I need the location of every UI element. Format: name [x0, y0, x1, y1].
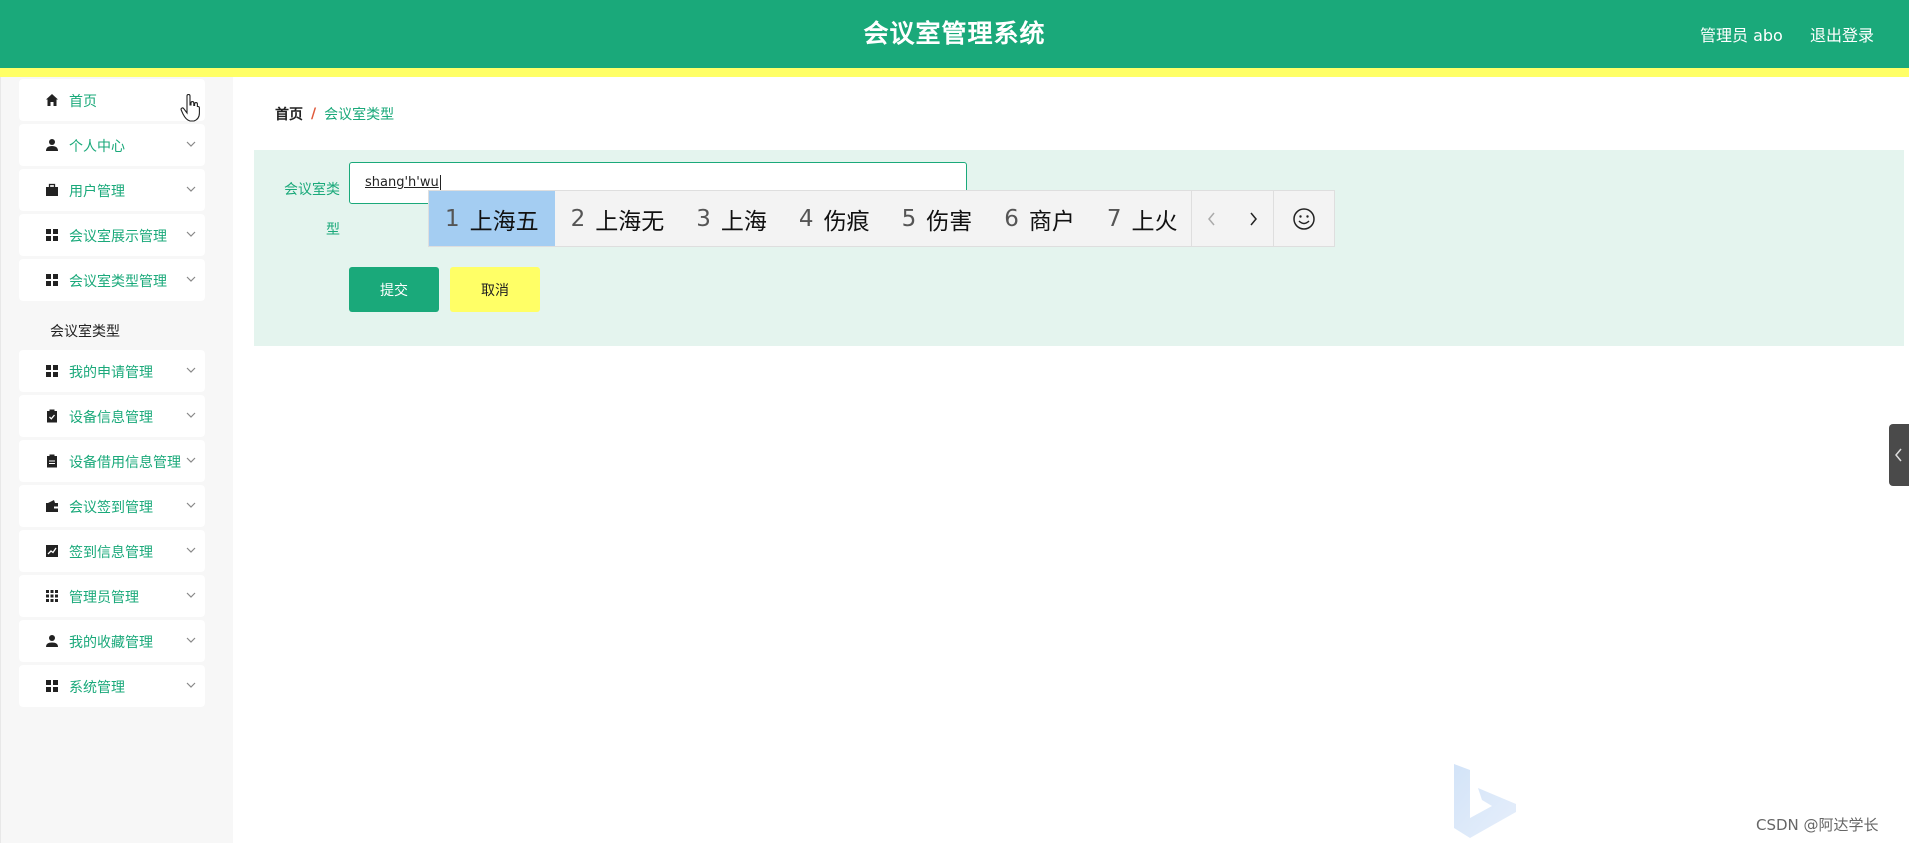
grid-icon [45, 273, 59, 287]
room-type-field-label: 会议室类 型 [275, 170, 340, 250]
submit-button[interactable]: 提交 [349, 267, 439, 312]
breadcrumb-separator: / [311, 106, 317, 122]
csdn-watermark: CSDN @阿达学长 [1756, 816, 1879, 834]
ime-candidate[interactable]: 5 伤害 [886, 191, 989, 246]
briefcase-icon [45, 183, 59, 197]
grid-icon [45, 228, 59, 242]
sidebar-item-equipment-borrow[interactable]: 设备借用信息管理 [19, 440, 205, 482]
ime-candidate[interactable]: 3 上海 [680, 191, 783, 246]
field-label-line1: 会议室类 [284, 182, 340, 198]
cancel-button[interactable]: 取消 [450, 267, 540, 312]
bing-watermark-logo [1454, 764, 1516, 838]
logout-link[interactable]: 退出登录 [1810, 22, 1874, 46]
sidebar-item-label: 设备信息管理 [69, 410, 153, 426]
ime-candidate[interactable]: 6 商户 [988, 191, 1091, 246]
sidebar-item-label: 我的收藏管理 [69, 635, 153, 651]
sidebar-item-my-applications[interactable]: 我的申请管理 [19, 350, 205, 392]
ime-candidate[interactable]: 2 上海无 [555, 191, 681, 246]
chevron-down-icon [186, 682, 196, 688]
header-accent-stripe [0, 68, 1909, 77]
smiley-icon [1293, 207, 1315, 230]
ime-candidate[interactable]: 4 伤痕 [783, 191, 886, 246]
chevron-down-icon [186, 637, 196, 643]
sidebar-item-checkin-info[interactable]: 签到信息管理 [19, 530, 205, 572]
field-label-line2: 型 [326, 222, 340, 238]
chevron-down-icon [186, 502, 196, 508]
sidebar-item-user-management[interactable]: 用户管理 [19, 169, 205, 211]
sidebar-subitem-room-type[interactable]: 会议室类型 [50, 321, 120, 341]
sidebar-item-label: 会议室展示管理 [69, 229, 167, 245]
breadcrumb: 首页 / 会议室类型 [275, 104, 394, 124]
sidebar-item-label: 系统管理 [69, 680, 125, 696]
chevron-left-icon [1208, 212, 1216, 225]
sidebar-item-label: 签到信息管理 [69, 545, 153, 561]
ime-emoji-button[interactable] [1273, 191, 1334, 246]
chevron-down-icon [186, 276, 196, 282]
grid-icon [45, 679, 59, 693]
sidebar-item-room-display[interactable]: 会议室展示管理 [19, 214, 205, 256]
sidebar-item-label: 用户管理 [69, 184, 125, 200]
sidebar-item-my-favorites[interactable]: 我的收藏管理 [19, 620, 205, 662]
chevron-down-icon [186, 141, 196, 147]
sidebar: 首页 个人中心 用户管理 会议室展示管理 会议室类型管理 会议室类型 我的申请管… [0, 77, 233, 843]
ime-candidate-window: 1 上海五 2 上海无 3 上海 4 伤痕 5 伤害 6 商户 7 上火 [428, 190, 1335, 247]
ime-candidate[interactable]: 7 上火 [1091, 191, 1192, 246]
top-header: 会议室管理系统 管理员 abo 退出登录 [0, 0, 1909, 68]
grid-icon [45, 364, 59, 378]
sidebar-item-label: 会议签到管理 [69, 500, 153, 516]
app-title: 会议室管理系统 [863, 19, 1046, 48]
chevron-left-icon [1895, 448, 1902, 462]
chevron-right-icon [1250, 212, 1257, 225]
home-icon [45, 93, 59, 107]
sidebar-item-meeting-checkin[interactable]: 会议签到管理 [19, 485, 205, 527]
chevron-down-icon [186, 547, 196, 553]
ime-candidate[interactable]: 1 上海五 [429, 191, 555, 246]
chart-icon [45, 544, 59, 558]
chevron-down-icon [186, 367, 196, 373]
sidebar-item-room-type[interactable]: 会议室类型管理 [19, 259, 205, 301]
chevron-down-icon [186, 592, 196, 598]
sidebar-item-label: 个人中心 [69, 139, 125, 155]
user-icon [45, 138, 59, 152]
current-user-label: 管理员 abo [1700, 26, 1783, 45]
sidebar-item-equipment-info[interactable]: 设备信息管理 [19, 395, 205, 437]
apps-icon [45, 589, 59, 603]
ime-prev-page-button[interactable] [1191, 191, 1232, 246]
breadcrumb-home[interactable]: 首页 [275, 104, 303, 124]
user-tie-icon [45, 634, 59, 648]
chevron-down-icon [186, 457, 196, 463]
sidebar-item-label: 管理员管理 [69, 590, 139, 606]
sidebar-item-personal-center[interactable]: 个人中心 [19, 124, 205, 166]
breadcrumb-current: 会议室类型 [324, 107, 395, 123]
sidebar-item-label: 我的申请管理 [69, 365, 153, 381]
sidebar-item-label: 设备借用信息管理 [69, 455, 181, 471]
clipboard-icon [45, 454, 59, 468]
chevron-down-icon [186, 412, 196, 418]
chevron-down-icon [186, 186, 196, 192]
side-panel-toggle[interactable] [1889, 424, 1909, 486]
sidebar-item-label: 首页 [69, 94, 97, 110]
ime-next-page-button[interactable] [1233, 191, 1274, 246]
input-composition-text: shang'h'wu [365, 175, 439, 190]
clipboard-check-icon [45, 409, 59, 423]
sidebar-item-home[interactable]: 首页 [19, 79, 205, 121]
sidebar-item-admin-management[interactable]: 管理员管理 [19, 575, 205, 617]
sidebar-item-system-management[interactable]: 系统管理 [19, 665, 205, 707]
hand-cursor-icon [180, 94, 200, 122]
chevron-down-icon [186, 231, 196, 237]
wallet-icon [45, 499, 59, 513]
sidebar-item-label: 会议室类型管理 [69, 274, 167, 290]
